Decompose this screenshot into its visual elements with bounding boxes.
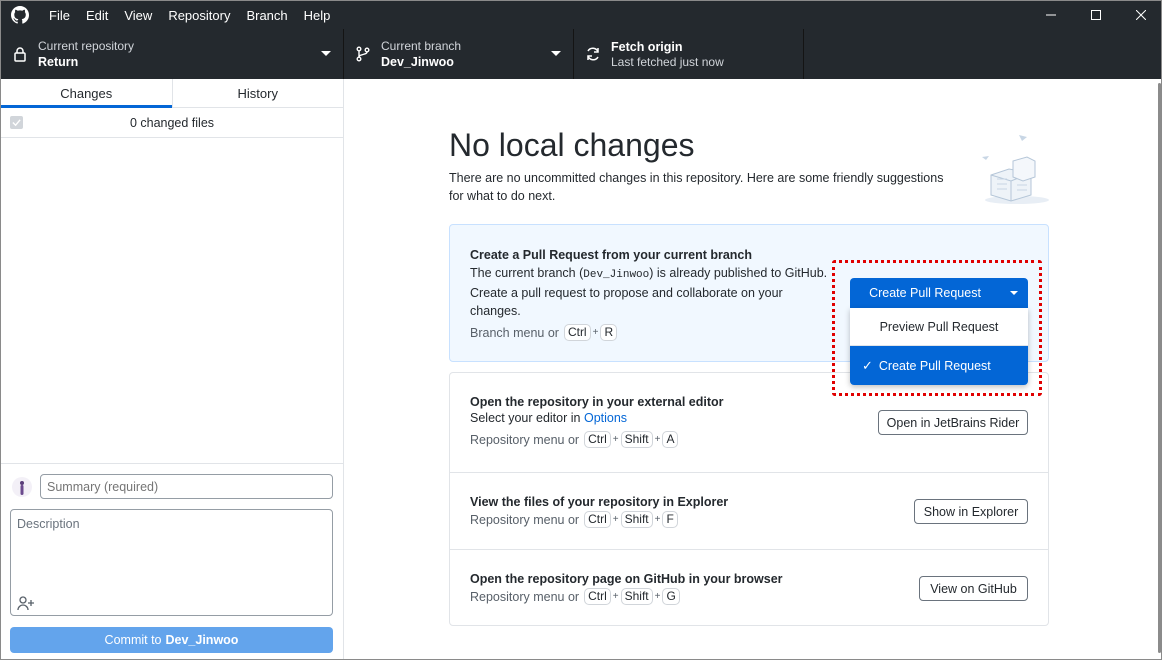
current-branch-label: Current branch [381, 38, 462, 53]
kbd-key: R [600, 324, 618, 341]
close-button[interactable] [1118, 1, 1161, 29]
commit-button[interactable]: Commit to Dev_Jinwoo [10, 627, 333, 653]
show-in-explorer-button[interactable]: Show in Explorer [914, 499, 1028, 524]
avatar [12, 477, 32, 497]
menu-file[interactable]: File [41, 1, 78, 29]
menu-item-label: Create Pull Request [878, 358, 991, 373]
pull-request-menu: Preview Pull Request ✓ Create Pull Reque… [850, 308, 1028, 385]
editor-shortcut-hint: Repository menu or Ctrl + Shift + A [470, 431, 724, 448]
sync-icon [587, 47, 599, 61]
kbd-key: Ctrl [563, 324, 591, 341]
create-pull-request-button[interactable]: Create Pull Request [850, 278, 1028, 308]
commit-form: Description Commit to Dev_Jinwoo [1, 463, 343, 659]
current-repository-dropdown[interactable]: Current repository Return [1, 29, 344, 79]
fetch-origin-button[interactable]: Last fetched just now Fetch origin [574, 29, 804, 79]
list-item: Open the repository in your external edi… [450, 373, 1048, 473]
menu-item-create-pull-request[interactable]: ✓ Create Pull Request [850, 346, 1028, 385]
view-on-github-button[interactable]: View on GitHub [919, 576, 1028, 601]
title-bar: File Edit View Repository Branch Help [1, 1, 1161, 29]
current-repository-label: Current repository [38, 38, 135, 53]
fetch-origin-subtitle: Last fetched just now [611, 54, 724, 69]
menu-edit[interactable]: Edit [78, 1, 116, 29]
chevron-down-icon[interactable] [1010, 291, 1018, 295]
minimize-icon [1045, 14, 1056, 16]
app-window: File Edit View Repository Branch Help Cu… [0, 0, 1162, 660]
sidebar-tabs: Changes History [1, 79, 343, 108]
pr-shortcut-hint: Branch menu or Ctrl + R [470, 324, 835, 341]
menu-view[interactable]: View [116, 1, 160, 29]
maximize-button[interactable] [1073, 1, 1118, 29]
list-item: Open the repository page on GitHub in yo… [450, 550, 1048, 626]
tab-history[interactable]: History [171, 79, 344, 107]
sidebar: Changes History 0 changed files Descript… [1, 79, 344, 659]
current-repository-value: Return [38, 54, 79, 69]
close-icon [1135, 10, 1146, 20]
pr-card-description: The current branch (Dev_Jinwoo) is alrea… [470, 266, 828, 318]
lock-icon [14, 47, 26, 62]
commit-button-branch: Dev_Jinwoo [165, 633, 239, 647]
select-all-checkbox[interactable] [10, 116, 23, 129]
editor-card-description: Select your editor in Options [470, 411, 628, 425]
current-branch-dropdown[interactable]: Current branch Dev_Jinwoo [344, 29, 574, 79]
empty-state-illustration [982, 135, 1049, 204]
commit-button-prefix: Commit to [104, 633, 162, 647]
current-branch-value: Dev_Jinwoo [381, 54, 454, 69]
window-controls [1028, 1, 1161, 29]
github-card-title: Open the repository page on GitHub in yo… [470, 572, 783, 586]
main-panel: No local changes There are no uncommitte… [345, 79, 1161, 659]
tab-changes[interactable]: Changes [1, 79, 172, 108]
editor-card-title: Open the repository in your external edi… [470, 395, 724, 409]
description-textarea[interactable]: Description [10, 509, 333, 616]
minimize-button[interactable] [1028, 1, 1073, 29]
menu-repository[interactable]: Repository [160, 1, 238, 29]
create-pull-request-label: Create Pull Request [869, 286, 981, 300]
toolbar: Current repository Return Current branch… [1, 29, 1161, 79]
scrollbar[interactable] [1158, 83, 1161, 653]
open-in-editor-button[interactable]: Open in JetBrains Rider [878, 410, 1028, 435]
maximize-icon [1090, 10, 1101, 20]
changed-files-count: 0 changed files [129, 115, 215, 130]
chevron-down-icon [551, 51, 561, 56]
branch-icon [356, 46, 370, 62]
summary-input[interactable] [40, 474, 333, 499]
description-placeholder: Description [17, 517, 80, 531]
branch-name-code: Dev_Jinwoo [583, 269, 650, 281]
pr-card-title: Create a Pull Request from your current … [470, 248, 753, 262]
menu-branch[interactable]: Branch [238, 1, 295, 29]
list-item: View the files of your repository in Exp… [450, 473, 1048, 550]
github-shortcut-hint: Repository menu or Ctrl + Shift + G [470, 588, 783, 605]
suggestions-list: Open the repository in your external edi… [449, 372, 1049, 626]
explorer-shortcut-hint: Repository menu or Ctrl + Shift + F [470, 511, 728, 528]
menu-item-preview-pull-request[interactable]: Preview Pull Request [850, 308, 1028, 346]
add-coauthor-icon[interactable] [17, 595, 35, 611]
options-link[interactable]: Options [584, 411, 627, 425]
page-title: No local changes [449, 127, 695, 163]
checkmark-icon: ✓ [862, 357, 873, 373]
github-logo-icon [11, 6, 29, 24]
chevron-down-icon [321, 51, 331, 56]
page-subtitle: There are no uncommitted changes in this… [449, 171, 944, 203]
check-icon [12, 119, 21, 127]
menu-help[interactable]: Help [296, 1, 339, 29]
changed-files-header: 0 changed files [1, 108, 343, 138]
explorer-card-title: View the files of your repository in Exp… [470, 495, 729, 509]
fetch-origin-title: Fetch origin [611, 39, 683, 54]
